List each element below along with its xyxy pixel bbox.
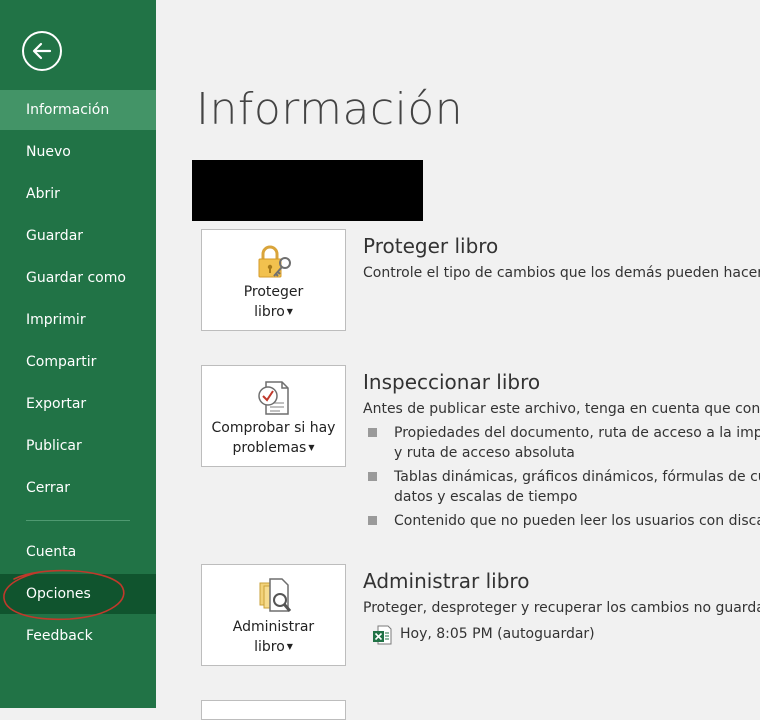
manage-label-line2: libro ▼	[254, 639, 293, 655]
manage-label-line1: Administrar	[232, 619, 315, 635]
manage-workbook-icon	[259, 578, 291, 612]
nav-item-imprimir[interactable]: Imprimir	[0, 300, 156, 340]
dropdown-caret-icon: ▼	[286, 642, 293, 651]
dropdown-caret-icon: ▼	[286, 307, 293, 316]
nav-item-compartir[interactable]: Compartir	[0, 342, 156, 382]
document-check-icon	[257, 381, 289, 415]
check-issues-label: Comprobar si hay problemas ▼	[202, 418, 345, 458]
check-label-line2: problemas ▼	[232, 440, 315, 456]
bullet-line: Propiedades del documento, ruta de acces…	[394, 425, 760, 441]
bullet-square-icon	[368, 472, 377, 481]
excel-file-icon	[373, 625, 392, 645]
bullet-line: Tablas dinámicas, gráficos dinámicos, fó…	[394, 469, 760, 485]
protect-workbook-label: Proteger libro ▼	[202, 282, 345, 322]
lock-key-icon	[258, 245, 291, 278]
back-button[interactable]	[22, 31, 62, 71]
manage-workbook-button[interactable]: Administrar libro ▼	[201, 564, 346, 666]
nav-item-exportar[interactable]: Exportar	[0, 384, 156, 424]
check-issues-button[interactable]: Comprobar si hay problemas ▼	[201, 365, 346, 467]
protect-workbook-button[interactable]: Proteger libro ▼	[201, 229, 346, 331]
inspect-title: Inspeccionar libro	[363, 370, 541, 394]
nav-divider	[26, 520, 130, 521]
page-title: Información	[196, 84, 464, 135]
nav-item-guardar[interactable]: Guardar	[0, 216, 156, 256]
inspect-description: Antes de publicar este archivo, tenga en…	[363, 401, 760, 417]
nav-item-cerrar[interactable]: Cerrar	[0, 468, 156, 508]
bullet-square-icon	[368, 516, 377, 525]
dropdown-caret-icon: ▼	[308, 443, 315, 452]
check-label-line1: Comprobar si hay	[211, 420, 336, 436]
nav-item-informacion[interactable]: Información	[0, 90, 156, 130]
backstage-sidebar: Información Nuevo Abrir Guardar Guardar …	[0, 0, 156, 708]
main-content: Información Proteger libro ▼ Proteger lib…	[156, 0, 760, 720]
nav-item-cuenta[interactable]: Cuenta	[0, 532, 156, 572]
nav-item-nuevo[interactable]: Nuevo	[0, 132, 156, 172]
redacted-file-path	[192, 160, 423, 221]
nav-item-feedback[interactable]: Feedback	[0, 616, 156, 656]
manage-description: Proteger, desproteger y recuperar los ca…	[363, 600, 760, 616]
nav-item-publicar[interactable]: Publicar	[0, 426, 156, 466]
bullet-square-icon	[368, 428, 377, 437]
protect-description: Controle el tipo de cambios que los demá…	[363, 265, 760, 281]
manage-title: Administrar libro	[363, 569, 530, 593]
nav-item-opciones[interactable]: Opciones	[0, 574, 156, 614]
nav-item-guardar-como[interactable]: Guardar como	[0, 258, 156, 298]
arrow-left-icon	[32, 42, 52, 60]
bullet-line: datos y escalas de tiempo	[394, 489, 578, 505]
manage-workbook-label: Administrar libro ▼	[202, 617, 345, 657]
protect-label-line1: Proteger	[243, 284, 304, 300]
next-section-button[interactable]	[201, 700, 346, 720]
nav-item-abrir[interactable]: Abrir	[0, 174, 156, 214]
bullet-line: Contenido que no pueden leer los usuario…	[394, 513, 760, 529]
version-label: Hoy, 8:05 PM (autoguardar)	[400, 626, 595, 642]
protect-title: Proteger libro	[363, 234, 499, 258]
protect-label-line2: libro ▼	[254, 304, 293, 320]
bullet-line: y ruta de acceso absoluta	[394, 445, 575, 461]
